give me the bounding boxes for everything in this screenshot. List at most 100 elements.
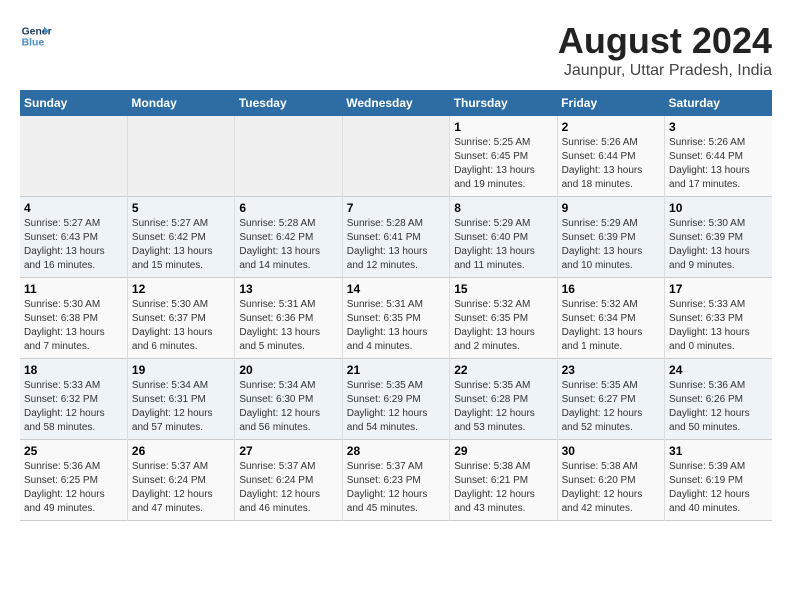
day-info: Sunrise: 5:30 AMSunset: 6:38 PMDaylight:… — [24, 298, 123, 354]
logo-icon: General Blue — [20, 20, 52, 52]
day-number: 5 — [132, 201, 230, 215]
calendar-cell: 14 Sunrise: 5:31 AMSunset: 6:35 PMDayligh… — [342, 278, 449, 359]
calendar-cell: 24 Sunrise: 5:36 AMSunset: 6:26 PMDayligh… — [665, 359, 772, 440]
day-number: 20 — [239, 363, 337, 377]
calendar-cell: 18Sunrise: 5:33 AMSunset: 6:32 PMDayligh… — [20, 359, 127, 440]
calendar-week-row: 18Sunrise: 5:33 AMSunset: 6:32 PMDayligh… — [20, 359, 772, 440]
day-info: Sunrise: 5:28 AMSunset: 6:42 PMDaylight:… — [239, 217, 337, 273]
header-day: Sunday — [20, 90, 127, 116]
svg-text:Blue: Blue — [22, 38, 45, 49]
header-day: Friday — [557, 90, 664, 116]
day-number: 26 — [132, 444, 230, 458]
day-number: 3 — [669, 120, 768, 134]
day-info: Sunrise: 5:39 AMSunset: 6:19 PMDaylight:… — [669, 460, 768, 516]
day-number: 16 — [562, 282, 660, 296]
day-number: 13 — [239, 282, 337, 296]
calendar-week-row: 11Sunrise: 5:30 AMSunset: 6:38 PMDayligh… — [20, 278, 772, 359]
day-number: 8 — [454, 201, 552, 215]
day-number: 14 — [347, 282, 445, 296]
day-info: Sunrise: 5:27 AMSunset: 6:43 PMDaylight:… — [24, 217, 123, 273]
calendar-cell: 20 Sunrise: 5:34 AMSunset: 6:30 PMDayligh… — [235, 359, 342, 440]
day-number: 22 — [454, 363, 552, 377]
day-number: 4 — [24, 201, 123, 215]
day-info: Sunrise: 5:36 AMSunset: 6:25 PMDaylight:… — [24, 460, 123, 516]
calendar-cell: 26 Sunrise: 5:37 AMSunset: 6:24 PMDayligh… — [127, 440, 234, 521]
calendar-cell: 11Sunrise: 5:30 AMSunset: 6:38 PMDayligh… — [20, 278, 127, 359]
day-number: 6 — [239, 201, 337, 215]
calendar-table: SundayMondayTuesdayWednesdayThursdayFrid… — [20, 90, 772, 521]
day-info: Sunrise: 5:33 AMSunset: 6:32 PMDaylight:… — [24, 379, 123, 435]
day-info: Sunrise: 5:31 AMSunset: 6:35 PMDaylight:… — [347, 298, 445, 354]
day-info: Sunrise: 5:38 AMSunset: 6:20 PMDaylight:… — [562, 460, 660, 516]
day-number: 10 — [669, 201, 768, 215]
calendar-cell: 16Sunrise: 5:32 AMSunset: 6:34 PMDayligh… — [557, 278, 664, 359]
day-info: Sunrise: 5:29 AMSunset: 6:39 PMDaylight:… — [562, 217, 660, 273]
calendar-cell: 10 Sunrise: 5:30 AMSunset: 6:39 PMDayligh… — [665, 197, 772, 278]
header-day: Tuesday — [235, 90, 342, 116]
day-info: Sunrise: 5:33 AMSunset: 6:33 PMDaylight:… — [669, 298, 768, 354]
day-number: 9 — [562, 201, 660, 215]
calendar-body: 1Sunrise: 5:25 AMSunset: 6:45 PMDaylight… — [20, 116, 772, 521]
header-day: Wednesday — [342, 90, 449, 116]
calendar-cell: 25 Sunrise: 5:36 AMSunset: 6:25 PMDayligh… — [20, 440, 127, 521]
calendar-cell: 8Sunrise: 5:29 AMSunset: 6:40 PMDaylight… — [450, 197, 557, 278]
day-info: Sunrise: 5:30 AMSunset: 6:37 PMDaylight:… — [132, 298, 230, 354]
day-number: 29 — [454, 444, 552, 458]
calendar-cell: 2 Sunrise: 5:26 AMSunset: 6:44 PMDaylight… — [557, 116, 664, 197]
header-day: Saturday — [665, 90, 772, 116]
main-title: August 2024 — [558, 20, 772, 62]
day-info: Sunrise: 5:26 AMSunset: 6:44 PMDaylight:… — [562, 136, 660, 192]
calendar-cell: 22 Sunrise: 5:35 AMSunset: 6:28 PMDayligh… — [450, 359, 557, 440]
subtitle: Jaunpur, Uttar Pradesh, India — [558, 62, 772, 80]
day-info: Sunrise: 5:31 AMSunset: 6:36 PMDaylight:… — [239, 298, 337, 354]
calendar-cell: 28 Sunrise: 5:37 AMSunset: 6:23 PMDayligh… — [342, 440, 449, 521]
day-number: 12 — [132, 282, 230, 296]
day-info: Sunrise: 5:27 AMSunset: 6:42 PMDaylight:… — [132, 217, 230, 273]
calendar-week-row: 4 Sunrise: 5:27 AMSunset: 6:43 PMDaylight… — [20, 197, 772, 278]
calendar-week-row: 25 Sunrise: 5:36 AMSunset: 6:25 PMDayligh… — [20, 440, 772, 521]
day-info: Sunrise: 5:30 AMSunset: 6:39 PMDaylight:… — [669, 217, 768, 273]
calendar-week-row: 1Sunrise: 5:25 AMSunset: 6:45 PMDaylight… — [20, 116, 772, 197]
day-number: 2 — [562, 120, 660, 134]
day-number: 24 — [669, 363, 768, 377]
day-info: Sunrise: 5:37 AMSunset: 6:24 PMDaylight:… — [132, 460, 230, 516]
calendar-cell: 6 Sunrise: 5:28 AMSunset: 6:42 PMDaylight… — [235, 197, 342, 278]
title-section: August 2024 Jaunpur, Uttar Pradesh, Indi… — [558, 20, 772, 80]
calendar-cell: 29Sunrise: 5:38 AMSunset: 6:21 PMDayligh… — [450, 440, 557, 521]
calendar-cell: 4 Sunrise: 5:27 AMSunset: 6:43 PMDaylight… — [20, 197, 127, 278]
day-number: 27 — [239, 444, 337, 458]
calendar-cell: 3 Sunrise: 5:26 AMSunset: 6:44 PMDaylight… — [665, 116, 772, 197]
calendar-cell: 21 Sunrise: 5:35 AMSunset: 6:29 PMDayligh… — [342, 359, 449, 440]
calendar-cell: 12 Sunrise: 5:30 AMSunset: 6:37 PMDayligh… — [127, 278, 234, 359]
day-number: 7 — [347, 201, 445, 215]
day-number: 28 — [347, 444, 445, 458]
day-info: Sunrise: 5:28 AMSunset: 6:41 PMDaylight:… — [347, 217, 445, 273]
calendar-cell: 27 Sunrise: 5:37 AMSunset: 6:24 PMDayligh… — [235, 440, 342, 521]
day-info: Sunrise: 5:25 AMSunset: 6:45 PMDaylight:… — [454, 136, 552, 192]
day-number: 19 — [132, 363, 230, 377]
calendar-cell — [235, 116, 342, 197]
header: General Blue August 2024 Jaunpur, Uttar … — [20, 20, 772, 80]
day-info: Sunrise: 5:36 AMSunset: 6:26 PMDaylight:… — [669, 379, 768, 435]
logo: General Blue — [20, 20, 52, 52]
calendar-cell: 1Sunrise: 5:25 AMSunset: 6:45 PMDaylight… — [450, 116, 557, 197]
day-info: Sunrise: 5:37 AMSunset: 6:24 PMDaylight:… — [239, 460, 337, 516]
day-number: 30 — [562, 444, 660, 458]
day-info: Sunrise: 5:26 AMSunset: 6:44 PMDaylight:… — [669, 136, 768, 192]
day-info: Sunrise: 5:35 AMSunset: 6:28 PMDaylight:… — [454, 379, 552, 435]
day-number: 31 — [669, 444, 768, 458]
day-info: Sunrise: 5:35 AMSunset: 6:27 PMDaylight:… — [562, 379, 660, 435]
calendar-cell: 17Sunrise: 5:33 AMSunset: 6:33 PMDayligh… — [665, 278, 772, 359]
day-info: Sunrise: 5:35 AMSunset: 6:29 PMDaylight:… — [347, 379, 445, 435]
day-info: Sunrise: 5:32 AMSunset: 6:35 PMDaylight:… — [454, 298, 552, 354]
day-info: Sunrise: 5:37 AMSunset: 6:23 PMDaylight:… — [347, 460, 445, 516]
day-number: 25 — [24, 444, 123, 458]
calendar-cell: 5 Sunrise: 5:27 AMSunset: 6:42 PMDaylight… — [127, 197, 234, 278]
day-info: Sunrise: 5:34 AMSunset: 6:30 PMDaylight:… — [239, 379, 337, 435]
calendar-cell: 30 Sunrise: 5:38 AMSunset: 6:20 PMDayligh… — [557, 440, 664, 521]
calendar-header: SundayMondayTuesdayWednesdayThursdayFrid… — [20, 90, 772, 116]
day-number: 23 — [562, 363, 660, 377]
calendar-cell: 15 Sunrise: 5:32 AMSunset: 6:35 PMDayligh… — [450, 278, 557, 359]
day-number: 15 — [454, 282, 552, 296]
day-number: 21 — [347, 363, 445, 377]
